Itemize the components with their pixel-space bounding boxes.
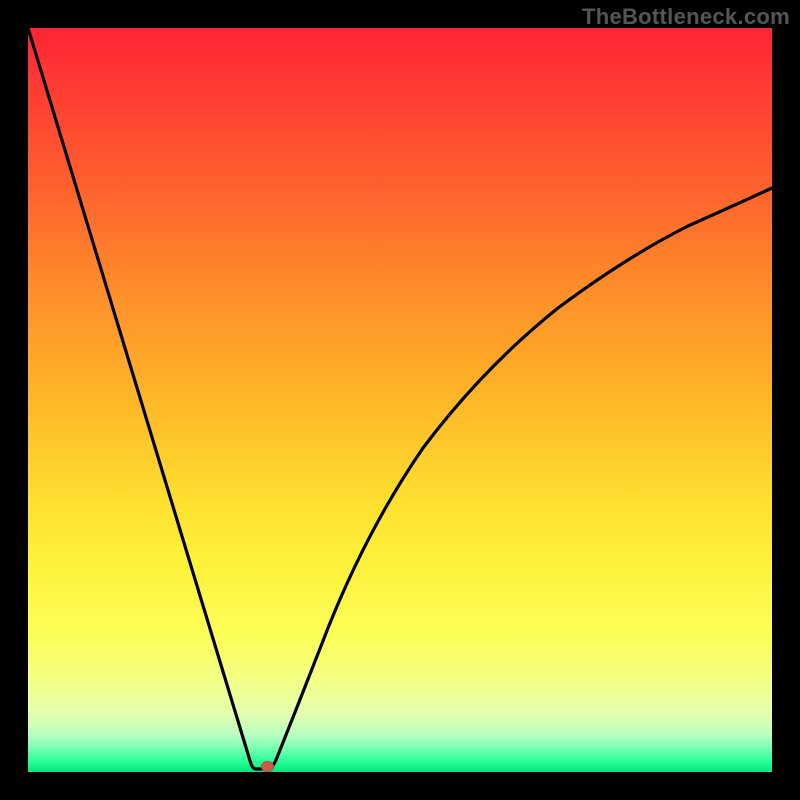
- minimum-marker: [261, 761, 274, 772]
- curve-left-branch: [28, 28, 268, 769]
- chart-frame: TheBottleneck.com: [0, 0, 800, 800]
- bottleneck-curve: [28, 28, 772, 772]
- watermark-text: TheBottleneck.com: [582, 4, 790, 30]
- plot-area: [28, 28, 772, 772]
- curve-right-branch: [268, 188, 772, 769]
